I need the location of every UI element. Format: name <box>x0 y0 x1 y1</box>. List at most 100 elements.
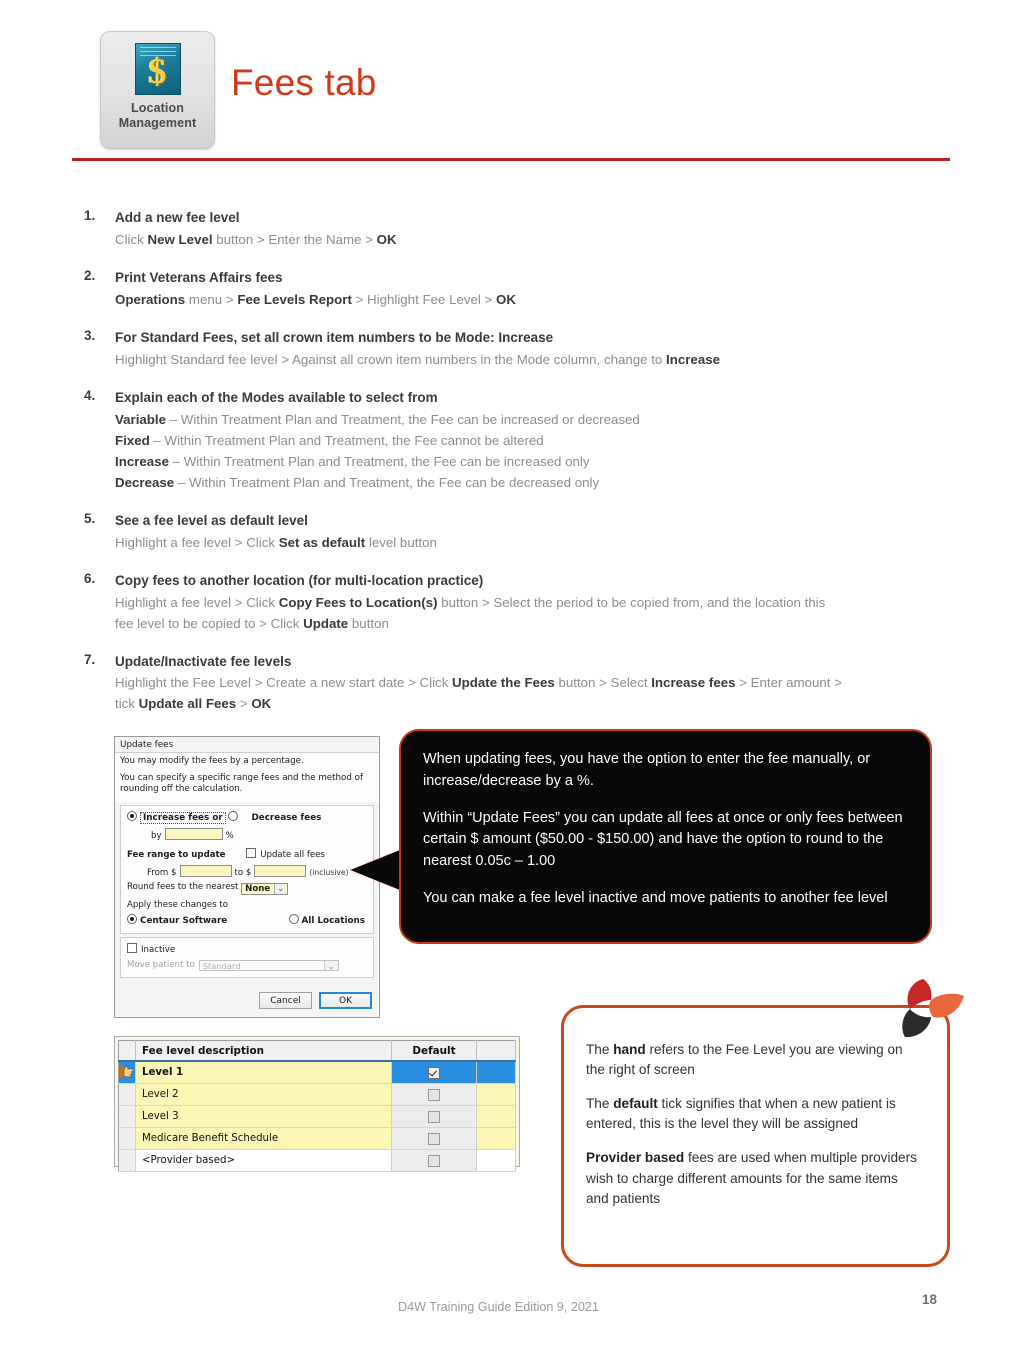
black-callout-box: When updating fees, you have the option … <box>399 729 932 944</box>
step-title: Print Veterans Affairs fees <box>115 269 283 285</box>
fee-level-description-cell[interactable]: Medicare Benefit Schedule <box>135 1127 392 1150</box>
row-indicator-cell <box>118 1083 136 1106</box>
step-number: 2. <box>84 267 96 283</box>
emphasis: Variable <box>115 411 167 427</box>
chevron-down-icon[interactable]: ⌄ <box>323 961 338 971</box>
step-body: Copy fees to another location (for multi… <box>84 571 984 634</box>
fee-adjustment-group: Increase fees or Decrease fees by% Fee r… <box>120 805 374 935</box>
round-value-select[interactable]: None ⌄ <box>241 883 289 896</box>
step-detail-line: Highlight Standard fee level > Against a… <box>115 351 720 367</box>
step-detail-line: Click New Level button > Enter the Name … <box>115 231 397 247</box>
step-body: Print Veterans Affairs fees Operations me… <box>84 268 984 310</box>
centaur-software-option[interactable]: Centaur Software <box>127 914 227 926</box>
default-checkbox-cell[interactable] <box>391 1149 477 1172</box>
percent-sign: % <box>225 831 234 842</box>
emphasis: Decrease <box>115 474 175 490</box>
emphasis: Increase <box>115 453 169 469</box>
orange-callout-paragraph-1: The hand refers to the Fee Level you are… <box>586 1042 903 1078</box>
decrease-fees-radio[interactable] <box>228 811 239 822</box>
default-checkbox-cell[interactable] <box>391 1127 477 1150</box>
emphasis: Fee Levels Report <box>237 291 352 307</box>
fee-range-row: Fee range to update Update all fees <box>127 848 367 860</box>
page-header: $ Location Management Fees tab <box>0 0 1024 175</box>
step-detail-line: Operations menu > Fee Levels Report > Hi… <box>115 291 516 307</box>
step-item: 4. Explain each of the Modes available to… <box>84 388 984 493</box>
fee-level-description-cell[interactable]: Level 3 <box>135 1105 392 1128</box>
decrease-fees-label[interactable]: Decrease fees <box>251 813 321 823</box>
from-amount-input[interactable] <box>179 865 232 878</box>
column-header-spacer <box>476 1040 516 1062</box>
table-row[interactable]: Level 3 <box>118 1105 516 1128</box>
emphasis: OK <box>496 291 516 307</box>
step-body: Update/Inactivate fee levels Highlight th… <box>84 652 984 715</box>
inactive-checkbox[interactable] <box>127 943 137 954</box>
app-icon-label: Location Management <box>119 101 196 132</box>
emphasis: Fixed <box>115 432 150 448</box>
update-fees-dialog-screenshot: Update fees You may modify the fees by a… <box>114 736 380 1018</box>
to-label: to $ <box>234 868 252 879</box>
step-number: 7. <box>84 651 96 667</box>
fee-level-description-cell[interactable]: Level 1 <box>135 1061 392 1084</box>
from-label: From $ <box>147 868 177 879</box>
percentage-input[interactable] <box>164 828 223 841</box>
increase-fees-label[interactable]: Increase fees or <box>140 812 226 825</box>
round-value-text: None <box>245 884 271 895</box>
table-header-row: Fee level description Default <box>118 1040 516 1062</box>
update-all-fees-checkbox[interactable] <box>246 848 257 859</box>
step-title: See a fee level as default level <box>115 512 308 528</box>
update-all-fees-label[interactable]: Update all fees <box>260 850 325 860</box>
row-indicator-cell <box>118 1127 136 1150</box>
step-number: 3. <box>84 327 96 343</box>
default-checkbox-cell[interactable] <box>391 1105 477 1128</box>
orange-callout-paragraph-2: The default tick signifies that when a n… <box>586 1096 896 1132</box>
step-body: Add a new fee level Click New Level butto… <box>84 208 984 250</box>
centaur-software-radio[interactable] <box>127 914 137 925</box>
by-label: by <box>151 831 162 842</box>
step-item: 5. See a fee level as default level Highli… <box>84 511 984 553</box>
spacer-cell <box>476 1061 516 1084</box>
default-checkbox[interactable] <box>428 1088 440 1101</box>
table-row[interactable]: Level 2 <box>118 1083 516 1106</box>
orange-callout-box: The hand refers to the Fee Level you are… <box>561 1005 950 1267</box>
inclusive-label: (inclusive) <box>309 868 349 878</box>
step-title: Update/Inactivate fee levels <box>115 653 292 669</box>
header-divider-rule <box>72 158 950 161</box>
step-detail-line: Fixed – Within Treatment Plan and Treatm… <box>115 432 544 448</box>
spacer-cell <box>476 1105 516 1128</box>
inactive-group: Inactive Move patient to Standard ⌄ <box>120 937 374 979</box>
fee-level-description-cell[interactable]: <Provider based> <box>135 1149 392 1172</box>
spacer-cell <box>476 1127 516 1150</box>
table-row[interactable]: Medicare Benefit Schedule <box>118 1127 516 1150</box>
default-checkbox-cell[interactable] <box>391 1083 477 1106</box>
all-locations-radio[interactable] <box>288 914 299 925</box>
fee-level-table-body: Level 1 Level 2 Level 3 Medicare Benefit Sc… <box>118 1061 516 1172</box>
row-indicator-cell <box>118 1105 136 1128</box>
to-amount-input[interactable] <box>254 865 307 878</box>
apply-scope-options: Centaur Software All Locations <box>127 914 367 926</box>
step-number: 6. <box>84 570 96 586</box>
default-checkbox[interactable] <box>428 1110 440 1123</box>
dialog-intro-text: You may modify the fees by a percentage.… <box>115 752 379 803</box>
ok-button[interactable]: OK <box>319 992 372 1009</box>
all-locations-option[interactable]: All Locations <box>288 914 365 926</box>
dialog-title: Update fees <box>115 737 379 752</box>
step-number: 1. <box>84 208 96 223</box>
default-checkbox[interactable] <box>428 1132 440 1145</box>
step-item: 7. Update/Inactivate fee levels Highlight … <box>84 652 984 715</box>
chevron-down-icon[interactable]: ⌄ <box>274 884 287 895</box>
column-header-description[interactable]: Fee level description <box>135 1040 392 1062</box>
default-checkbox[interactable] <box>428 1154 440 1167</box>
default-checkbox-cell[interactable] <box>391 1061 477 1084</box>
default-checkbox[interactable] <box>428 1066 440 1079</box>
fee-level-description-cell[interactable]: Level 2 <box>135 1083 392 1106</box>
spacer-cell <box>476 1083 516 1106</box>
step-body: See a fee level as default level Highligh… <box>84 511 984 553</box>
increase-fees-radio[interactable] <box>127 811 137 822</box>
column-header-default[interactable]: Default <box>391 1040 477 1062</box>
table-row[interactable]: Level 1 <box>118 1061 516 1084</box>
inactive-label[interactable]: Inactive <box>141 945 175 955</box>
table-row[interactable]: <Provider based> <box>118 1149 516 1172</box>
cancel-button[interactable]: Cancel <box>259 992 312 1009</box>
move-patient-select[interactable]: Standard ⌄ <box>198 960 339 972</box>
step-item: 2. Print Veterans Affairs fees Operations … <box>84 268 984 310</box>
